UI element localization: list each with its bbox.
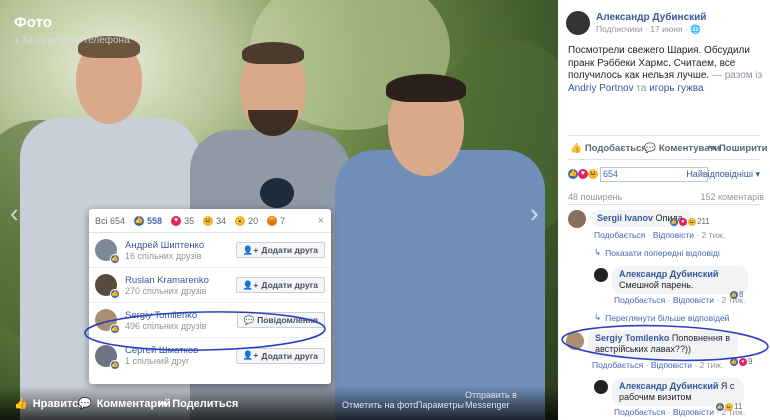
shares-count[interactable]: 48 поширень — [568, 192, 622, 202]
avatar[interactable] — [568, 210, 586, 228]
love-icon: ♥ — [739, 357, 747, 366]
message-button[interactable]: 💬 Повідомлення — [236, 312, 325, 328]
comment-like-link[interactable]: Подобається — [592, 360, 643, 370]
photo-album-link[interactable]: з Загруженнях телефона — [14, 35, 130, 46]
love-icon: ♥ — [679, 217, 687, 226]
haha-icon: 😆 — [203, 215, 214, 226]
comment-meta: Подобається · Відповісти · 2 тиж. — [594, 230, 726, 240]
photo-like-button[interactable]: 👍 Нравится — [14, 397, 85, 411]
like-icon: 👍 — [730, 357, 738, 366]
next-photo-arrow-icon[interactable]: › — [530, 198, 539, 229]
like-badge-icon: 👍 — [110, 254, 120, 264]
comment-meta: Подобається · Відповісти · 2 тиж. — [614, 295, 746, 305]
tab-wow[interactable]: 😮 20 — [235, 215, 258, 226]
comments-count[interactable]: 152 коментарів — [700, 192, 764, 202]
post-meta: Подписчики · 17 июня · 🌐 — [596, 24, 701, 34]
comment-icon: 💬 — [644, 143, 656, 154]
like-badge-icon: 👍 — [110, 359, 120, 370]
tab-angry[interactable]: 😡 7 — [267, 215, 285, 226]
like-icon: 👍 — [568, 169, 578, 179]
love-icon: ♥ — [171, 215, 182, 226]
comment-icon: 💬 — [78, 398, 92, 410]
options-link[interactable]: Параметры — [416, 400, 464, 410]
share-icon: ↪ — [708, 143, 716, 154]
wow-icon: 😮 — [235, 215, 246, 226]
comment-reactions[interactable]: 👍 ♥ 😆 211 — [670, 217, 710, 226]
show-previous-replies-link[interactable]: ↳ Показати попередні відповіді — [594, 247, 720, 258]
like-icon: 👍 — [134, 215, 145, 226]
comment-like-link[interactable]: Подобається — [614, 407, 665, 417]
share-button[interactable]: ↪ Поширити — [708, 143, 768, 154]
thumbs-up-icon: 👍 — [14, 398, 28, 410]
tab-all[interactable]: Всі 654 — [95, 216, 125, 226]
haha-icon: 😆 — [588, 169, 598, 179]
comment-bubble: Sergiy Tomilenko Поповнення в австрійськ… — [588, 330, 738, 358]
tab-love[interactable]: ♥ 35 — [171, 215, 194, 226]
divider — [568, 204, 760, 205]
comment-reply-link[interactable]: Відповісти — [651, 360, 692, 370]
reactions-dialog: Всі 654 👍 558 ♥ 35 😆 34 😮 20 😡 7 × 👍 Андрей Ш… — [89, 209, 331, 384]
photo-share-button[interactable]: ↪ Поделиться — [158, 397, 238, 411]
share-icon: ↪ — [158, 398, 168, 410]
comment-bubble: Александр Дубинский Смешной парень. — [612, 266, 748, 294]
like-badge-icon: 👍 — [110, 324, 120, 334]
reaction-summary: 👍 ♥ 😆 Найвідповідніші ▾ — [568, 166, 764, 182]
post-sidebar: Александр Дубинский Подписчики · 17 июня… — [558, 0, 770, 420]
comment-meta: Подобається · Відповісти · 2 тиж. — [592, 360, 724, 370]
comment-reply-link[interactable]: Відповісти — [673, 407, 714, 417]
reaction-tabs: Всі 654 👍 558 ♥ 35 😆 34 😮 20 😡 7 × — [89, 209, 331, 233]
comment-reply-link[interactable]: Відповісти — [673, 295, 714, 305]
send-messenger-link[interactable]: Отправить в Messenger — [465, 390, 558, 410]
reply-arrow-icon: ↳ — [594, 312, 602, 322]
avatar[interactable]: 👍 — [95, 239, 120, 264]
avatar[interactable] — [566, 332, 584, 350]
angry-icon: 😡 — [267, 215, 278, 226]
like-button[interactable]: 👍 Подобається — [570, 143, 647, 154]
author-name[interactable]: Александр Дубинский — [596, 12, 706, 23]
photo-comment-button[interactable]: 💬 Комментарий — [78, 397, 171, 411]
close-icon[interactable]: × — [318, 215, 324, 227]
reaction-person-row: 👍 Ruslan Kramarenko 270 спільних друзів 👤… — [89, 268, 331, 303]
love-icon: ♥ — [578, 169, 588, 179]
photo-title: Фото — [14, 14, 52, 31]
comment-sort-dropdown[interactable]: Найвідповідніші ▾ — [686, 169, 760, 180]
comment-like-link[interactable]: Подобається — [614, 295, 665, 305]
reaction-person-row: 👍 Сергей Шматков 1 спільний друг 👤+ Додати… — [89, 338, 331, 373]
tab-haha[interactable]: 😆 34 — [203, 215, 226, 226]
like-badge-icon: 👍 — [110, 289, 120, 299]
post-text: Посмотрели свежего Шария. Обсудили пранк… — [568, 45, 763, 94]
divider — [568, 135, 760, 136]
like-icon: 👍 — [670, 217, 678, 226]
add-friend-icon: 👤+ — [242, 350, 259, 360]
author-avatar[interactable] — [566, 11, 590, 35]
add-friend-button[interactable]: 👤+ Додати друга — [235, 277, 325, 293]
avatar[interactable]: 👍 — [95, 274, 120, 299]
prev-photo-arrow-icon[interactable]: ‹ — [10, 198, 19, 229]
add-friend-button[interactable]: 👤+ Додати друга — [235, 347, 325, 364]
comment-meta: Подобається · Відповісти · 2 тиж. — [614, 407, 746, 417]
tab-like[interactable]: 👍 558 — [134, 215, 162, 226]
reaction-person-row: 👍 Андрей Шиптенко 16 спільних друзів 👤+ До… — [89, 233, 331, 268]
reply-arrow-icon: ↳ — [594, 247, 602, 257]
haha-icon: 😆 — [688, 217, 696, 226]
tag-photo-link[interactable]: Отметить на фото — [342, 400, 418, 410]
avatar[interactable]: 👍 — [95, 309, 120, 334]
add-friend-icon: 👤+ — [242, 279, 259, 290]
comment-reactions[interactable]: 👍 ♥ 9 — [730, 357, 752, 366]
comment-reply-link[interactable]: Відповісти — [653, 230, 694, 240]
tagged-user-link[interactable]: игорь гужва — [649, 83, 703, 94]
add-friend-button[interactable]: 👤+ Додати друга — [235, 242, 325, 258]
add-friend-icon: 👤+ — [242, 244, 259, 255]
reaction-person-row: 👍 Sergiy Tomilenko 496 спільних друзів 💬 П… — [89, 303, 331, 338]
avatar[interactable] — [594, 380, 608, 394]
view-more-replies-link[interactable]: ↳ Переглянути більше відповідей — [594, 312, 729, 323]
tagged-user-link[interactable]: Andriy Portnov — [568, 83, 634, 94]
avatar[interactable]: 👍 — [95, 344, 120, 370]
divider — [568, 159, 760, 160]
thumbs-up-icon: 👍 — [570, 143, 582, 154]
avatar[interactable] — [594, 268, 608, 282]
messenger-icon: 💬 — [243, 314, 255, 325]
comment-like-link[interactable]: Подобається — [594, 230, 645, 240]
